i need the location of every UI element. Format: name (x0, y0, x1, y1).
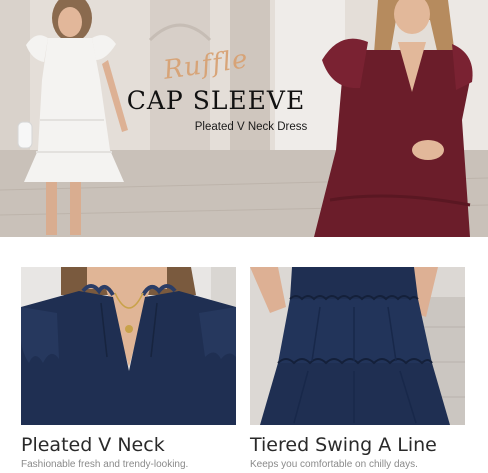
feature-title: Pleated V Neck (21, 434, 165, 456)
hero-photo (0, 0, 488, 237)
tiered-swing-photo (250, 267, 465, 425)
feature-title: Tiered Swing A Line (250, 434, 437, 456)
hero-title: CAP SLEEVE (126, 86, 306, 115)
hero-banner: Ruffle CAP SLEEVE Pleated V Neck Dress (0, 0, 488, 237)
feature-description: Fashionable fresh and trendy-looking. (21, 459, 189, 470)
hero-subtitle: Pleated V Neck Dress (194, 121, 308, 133)
pleated-v-neck-photo (21, 267, 236, 425)
feature-description: Keeps you comfortable on chilly days. (250, 459, 418, 470)
